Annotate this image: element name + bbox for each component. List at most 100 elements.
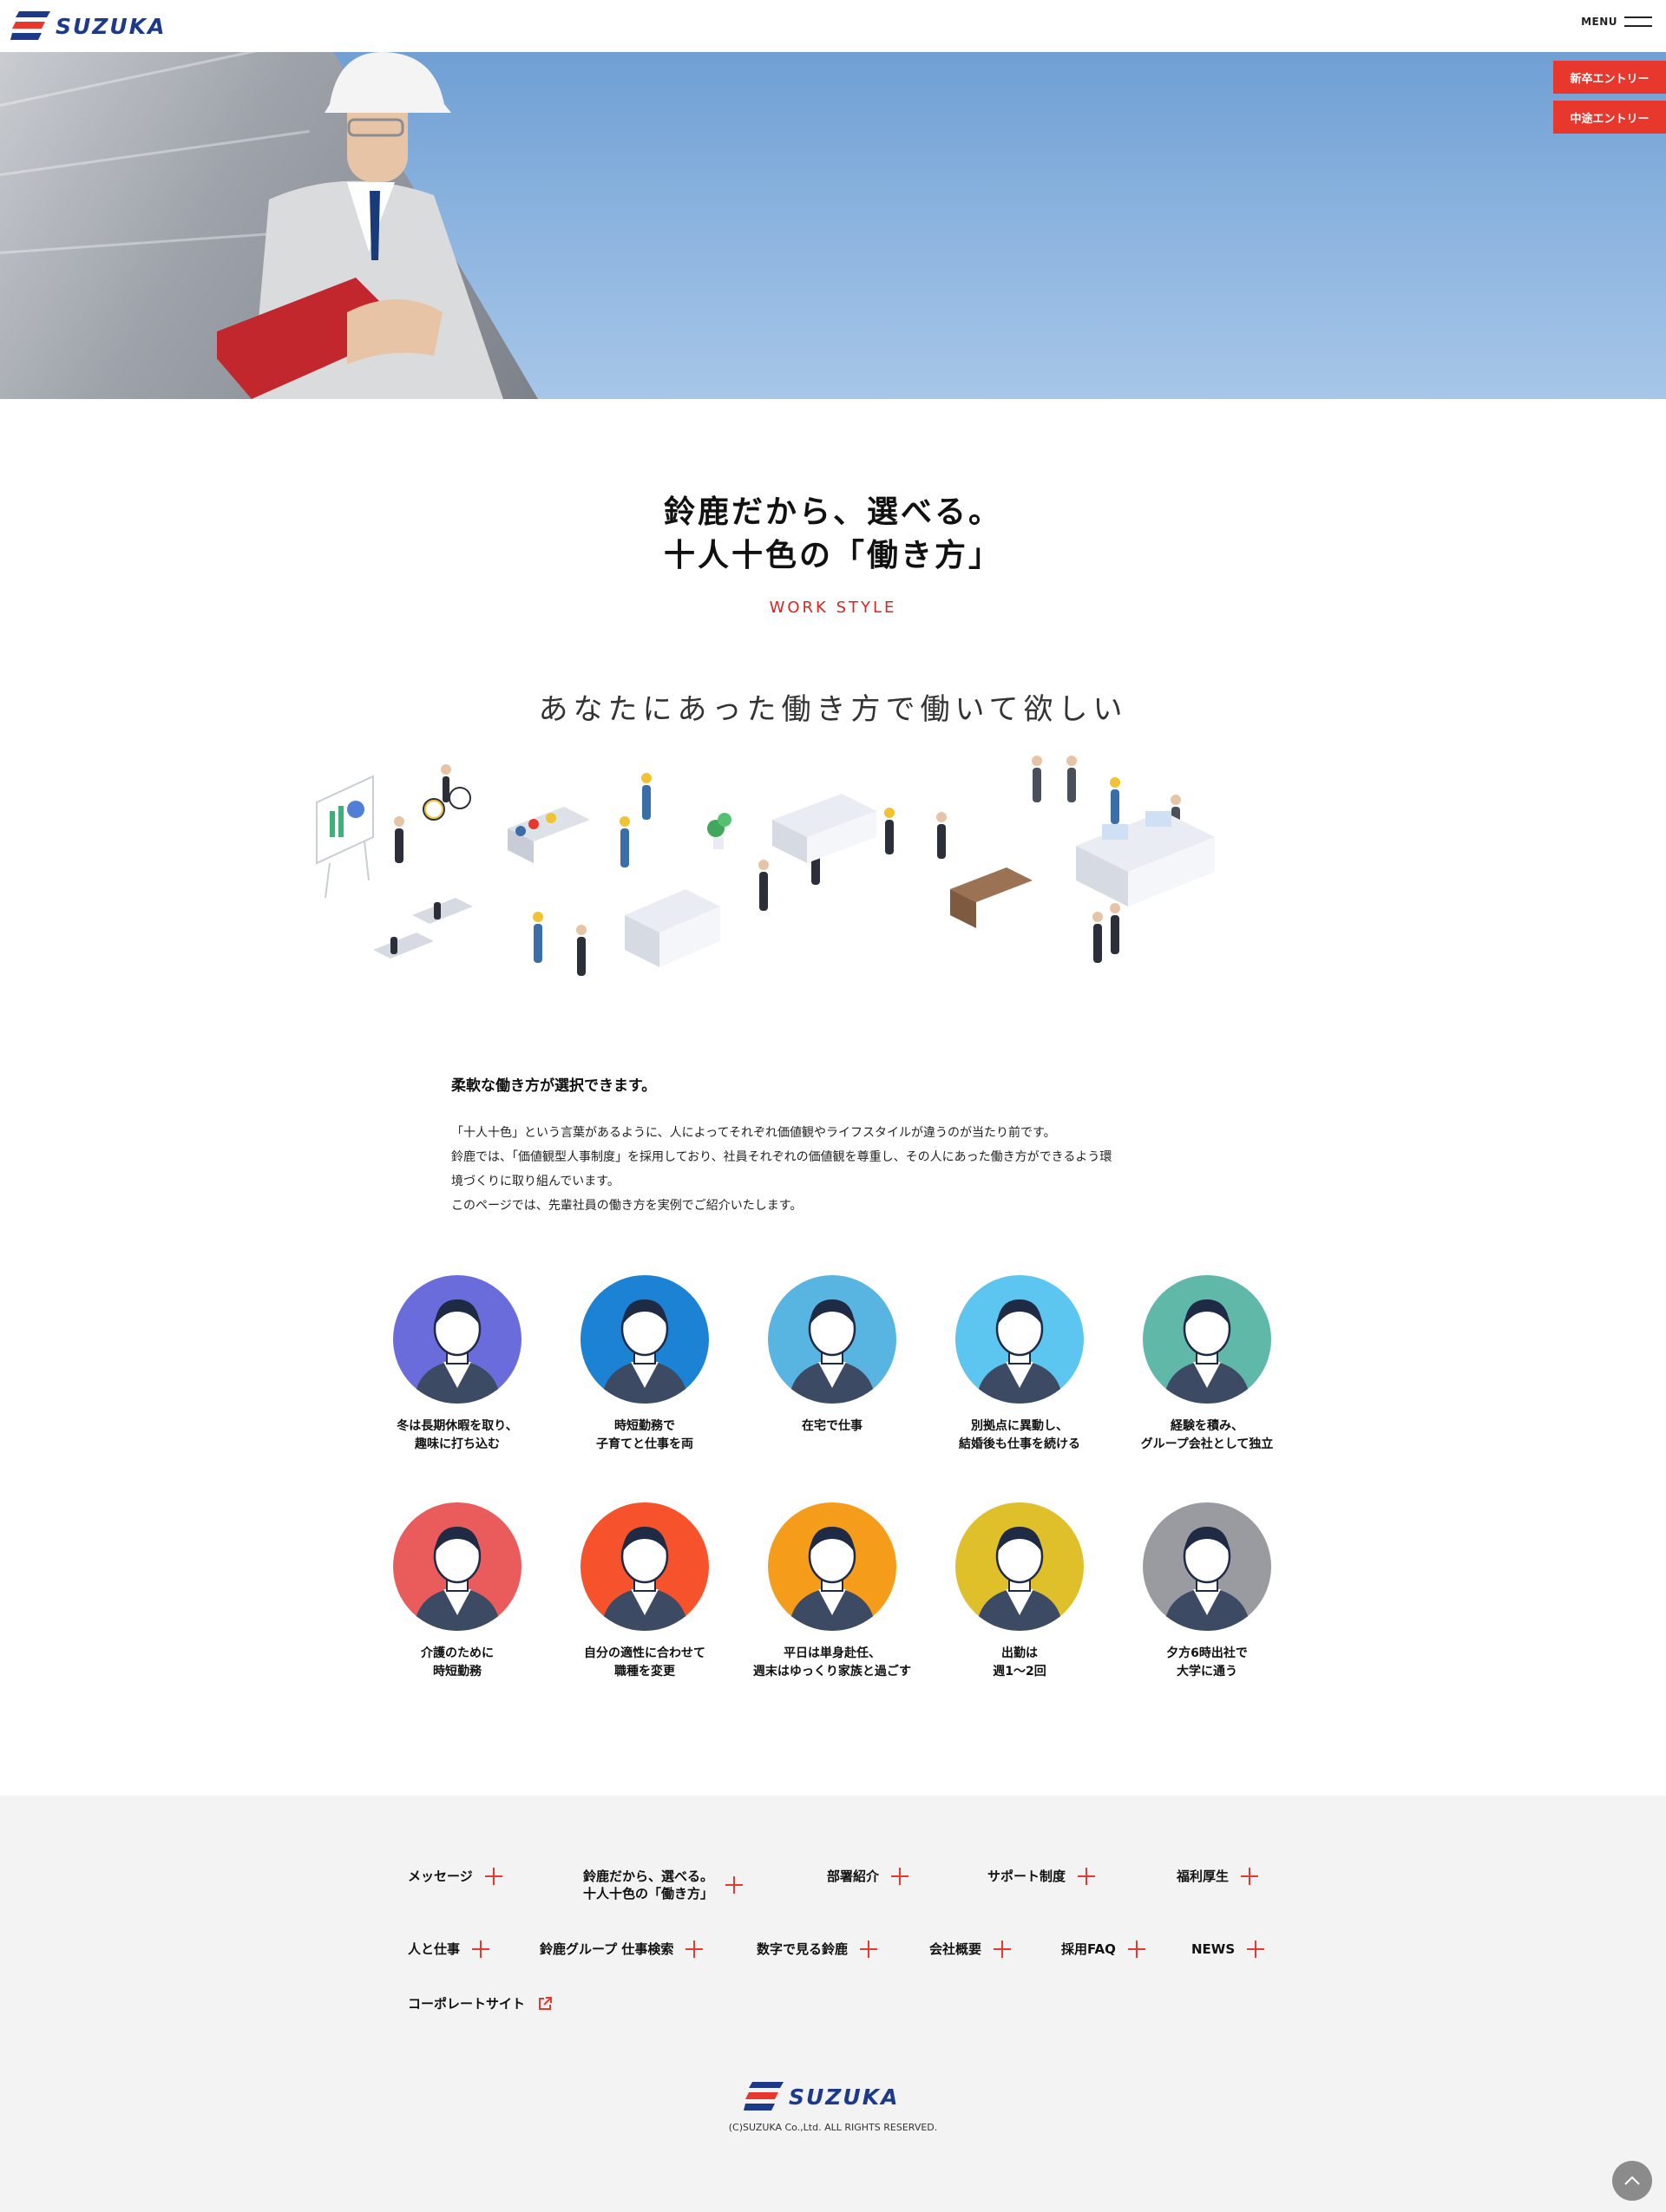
card-avatar (393, 1502, 521, 1631)
hero-image: 新卒エントリー 中途エントリー (0, 52, 1666, 399)
footer-nav-support[interactable]: サポート制度 (987, 1868, 1096, 1885)
suzuka-logo-mark-icon (10, 11, 50, 40)
work-style-card[interactable]: 時短勤務で 子育てと仕事を両 (549, 1275, 740, 1454)
footer-nav-label: NEWS (1191, 1941, 1236, 1957)
suzuka-logo-mark-icon (744, 2082, 784, 2111)
card-label: 時短勤務で 子育てと仕事を両 (596, 1419, 693, 1451)
footer-nav-label: 鈴鹿グループ 仕事検索 (540, 1941, 674, 1957)
work-style-card[interactable]: 在宅で仕事 (737, 1275, 928, 1436)
woman-bun-avatar-icon (976, 1299, 1063, 1404)
footer-nav-label: 人と仕事 (408, 1941, 461, 1957)
logo-text: SUZUKA (56, 13, 167, 39)
card-label: 平日は単身赴任、 週末はゆっくり家族と過ごす (752, 1646, 912, 1679)
footer-nav-label: 会社概要 (929, 1941, 982, 1957)
people-figures (394, 756, 1181, 976)
intro-body: 「十人十色」という言葉があるように、人によってそれぞれ価値観やライフスタイルが違… (451, 1121, 1232, 1218)
intro-line: 境づくりに取り組んでいます。 (451, 1175, 620, 1188)
work-style-card[interactable]: 経験を積み、 グループ会社として独立 (1112, 1275, 1302, 1454)
footer-logo[interactable]: SUZUKA (744, 2080, 899, 2113)
work-style-card[interactable]: 自分の適性に合わせて 職種を変更 (549, 1502, 740, 1681)
plus-icon (860, 1940, 878, 1958)
footer-nav-job-search[interactable]: 鈴鹿グループ 仕事検索 (540, 1940, 704, 1958)
card-avatar (955, 1275, 1084, 1404)
lounge-chairs (373, 898, 473, 959)
card-avatar (955, 1502, 1084, 1631)
footer-nav-label: 数字で見る鈴鹿 (757, 1941, 849, 1957)
plus-icon (1241, 1868, 1259, 1885)
young-man-avatar-icon (1164, 1527, 1250, 1631)
footer-nav-welfare[interactable]: 福利厚生 (1177, 1868, 1259, 1885)
footer-nav-news[interactable]: NEWS (1191, 1940, 1265, 1958)
man-suit-avatar-icon (1164, 1299, 1250, 1404)
footer-nav-corporate-site[interactable]: コーポレートサイト (408, 1995, 553, 2012)
hero-worker-illustration (217, 52, 503, 399)
office-desks (625, 794, 1215, 967)
work-style-card[interactable]: 夕方6時出社で 大学に通う (1112, 1502, 1302, 1681)
work-style-card[interactable]: 出勤は 週1〜2回 (924, 1502, 1115, 1681)
site-footer (0, 1796, 1666, 2212)
footer-logo-text: SUZUKA (789, 2084, 900, 2110)
intro-heading: 柔軟な働き方が選択できます。 (451, 1077, 657, 1095)
page-subtitle: WORK STYLE (769, 599, 897, 617)
plus-icon (994, 1940, 1012, 1958)
footer-nav-label: 福利厚生 (1177, 1868, 1230, 1884)
plus-icon (472, 1940, 490, 1958)
card-label: 別拠点に異動し、 結婚後も仕事を続ける (959, 1419, 1080, 1451)
card-avatar (768, 1502, 896, 1631)
back-to-top-button[interactable] (1612, 2161, 1652, 2201)
catch-copy: あなたにあった働き方で働いて欲しい (538, 692, 1128, 727)
work-style-card[interactable]: 冬は長期休暇を取り、 趣味に打ち込む (362, 1275, 553, 1454)
card-avatar (1143, 1275, 1271, 1404)
chevron-up-icon (1624, 2176, 1640, 2185)
footer-nav-company[interactable]: 会社概要 (929, 1940, 1012, 1958)
plus-icon (484, 1868, 502, 1885)
plus-icon (891, 1868, 909, 1885)
page-title-line-2: 十人十色の「働き方」 (663, 538, 1002, 573)
sofa-group (508, 807, 590, 863)
card-label: 冬は長期休暇を取り、 趣味に打ち込む (397, 1419, 518, 1451)
plus-icon (1127, 1940, 1145, 1958)
site-logo[interactable]: SUZUKA (10, 7, 166, 45)
footer-nav-people-work[interactable]: 人と仕事 (408, 1940, 490, 1958)
plant (707, 813, 731, 849)
card-avatar (1143, 1502, 1271, 1631)
footer-nav-departments[interactable]: 部署紹介 (827, 1868, 909, 1885)
man-shirt-avatar-icon (601, 1527, 688, 1631)
external-link-icon (539, 1997, 553, 2010)
plus-icon (1247, 1940, 1265, 1958)
presentation-board (316, 775, 374, 899)
footer-nav-numbers[interactable]: 数字で見る鈴鹿 (757, 1940, 878, 1958)
card-avatar (580, 1502, 709, 1631)
glasses-man-avatar-icon (789, 1527, 876, 1631)
plus-icon (1078, 1868, 1096, 1885)
footer-nav-faq[interactable]: 採用FAQ (1061, 1940, 1145, 1958)
card-label: 在宅で仕事 (802, 1419, 863, 1433)
intro-section: 柔軟な働き方が選択できます。 「十人十色」という言葉があるように、人によってそれ… (451, 1073, 1232, 1218)
work-style-card[interactable]: 別拠点に異動し、 結婚後も仕事を続ける (924, 1275, 1115, 1454)
woman-avatar-icon (601, 1299, 688, 1404)
footer-nav-work-style[interactable]: 鈴鹿だから、選べる。 十人十色の「働き方」 (583, 1868, 744, 1902)
footer-nav-label: コーポレートサイト (408, 1996, 526, 2012)
office-people-illustration (316, 756, 1215, 976)
card-label: 介護のために 時短勤務 (421, 1646, 494, 1679)
copyright: (C)SUZUKA Co.,Ltd. ALL RIGHTS RESERVED. (728, 2122, 938, 2133)
work-style-card[interactable]: 介護のために 時短勤務 (362, 1502, 553, 1681)
work-style-card[interactable]: 平日は単身赴任、 週末はゆっくり家族と過ごす (737, 1502, 928, 1681)
intro-line: このページでは、先輩社員の働き方を実例でご紹介いたします。 (451, 1199, 803, 1213)
menu-button[interactable]: MENU (1581, 16, 1652, 28)
card-label: 自分の適性に合わせて 職種を変更 (584, 1646, 705, 1679)
intro-line: 鈴鹿では、「価値観型人事制度」を採用しており、社員それぞれの価値観を尊重し、その… (451, 1150, 1112, 1164)
new-graduate-entry-button[interactable]: 新卒エントリー (1553, 61, 1666, 94)
mid-career-entry-button[interactable]: 中途エントリー (1553, 101, 1666, 134)
intro-line: 「十人十色」という言葉があるように、人によってそれぞれ価値観やライフスタイルが違… (451, 1126, 1056, 1140)
page-title: 鈴鹿だから、選べる。 十人十色の「働き方」 WORK STYLE (0, 491, 1666, 617)
plus-icon (725, 1876, 744, 1894)
page-title-line-1: 鈴鹿だから、選べる。 (663, 494, 1002, 530)
footer-nav-label: 部署紹介 (827, 1868, 880, 1884)
card-label: 夕方6時出社で 大学に通う (1166, 1646, 1248, 1679)
site-header: SUZUKA MENU (0, 0, 1666, 52)
plus-icon (685, 1940, 704, 1958)
hamburger-icon (1624, 16, 1652, 27)
footer-nav-message[interactable]: メッセージ (408, 1868, 502, 1885)
card-avatar (580, 1275, 709, 1404)
